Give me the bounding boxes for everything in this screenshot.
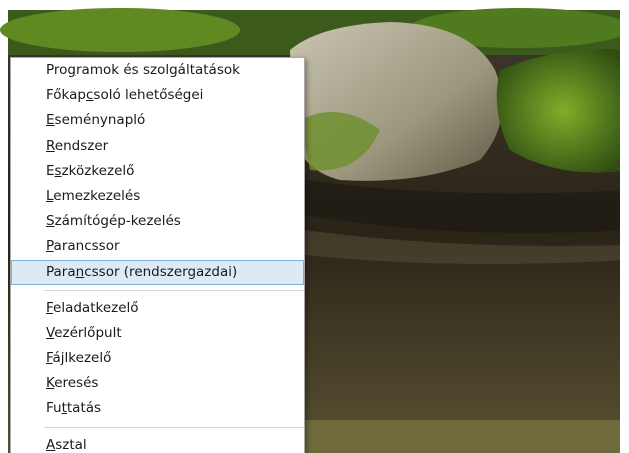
menu-item-futtatas[interactable]: Futtatás (11, 396, 304, 421)
menu-item-fokapcsolo-lehetosegei[interactable]: Főkapcsoló lehetőségei (11, 83, 304, 108)
menu-item-label: Futtatás (46, 400, 102, 417)
menu-item-label: Feladatkezelő (46, 299, 139, 316)
menu-item-programok-es-szolgaltatasok[interactable]: Programok és szolgáltatások (11, 58, 304, 83)
menu-item-label: Fájlkezelő (46, 350, 112, 367)
menu-group: Programok és szolgáltatások Főkapcsoló le… (11, 58, 304, 285)
menu-item-label: Keresés (46, 375, 99, 392)
menu-item-label: Számítógép-kezelés (46, 213, 181, 230)
menu-item-vezerlopult[interactable]: Vezérlőpult (11, 321, 304, 346)
menu-item-label: Eseménynapló (46, 112, 146, 129)
menu-item-eszkozkezelo[interactable]: Eszközkezelő (11, 159, 304, 184)
menu-item-label: Parancssor (46, 238, 120, 255)
menu-item-label: Lemezkezelés (46, 187, 141, 204)
menu-item-fajlkezelo[interactable]: Fájlkezelő (11, 346, 304, 371)
menu-item-label: Rendszer (46, 137, 109, 154)
menu-item-label: Vezérlőpult (46, 324, 122, 341)
menu-separator (44, 426, 304, 428)
menu-item-rendszer[interactable]: Rendszer (11, 134, 304, 159)
menu-item-label: Eszközkezelő (46, 162, 135, 179)
menu-item-label: Asztal (46, 436, 87, 453)
menu-item-label: Főkapcsoló lehetőségei (46, 87, 204, 104)
menu-separator (44, 289, 304, 291)
winx-context-menu: Programok és szolgáltatások Főkapcsoló le… (10, 57, 305, 453)
menu-item-lemezkezeles[interactable]: Lemezkezelés (11, 184, 304, 209)
menu-item-esemenynaplo[interactable]: Eseménynapló (11, 108, 304, 133)
menu-item-szamitogep-kezeles[interactable]: Számítógép-kezelés (11, 209, 304, 234)
menu-item-feladatkezelo[interactable]: Feladatkezelő (11, 296, 304, 321)
menu-group: Asztal (11, 433, 304, 453)
menu-item-parancssor[interactable]: Parancssor (11, 234, 304, 259)
menu-item-parancssor-rendszergazdai[interactable]: Parancssor (rendszergazdai) (11, 259, 304, 285)
menu-item-asztal[interactable]: Asztal (11, 433, 304, 453)
menu-group: Feladatkezelő Vezérlőpult Fájlkezelő Keresé… (11, 296, 304, 422)
menu-item-label: Parancssor (rendszergazdai) (46, 263, 238, 280)
menu-item-kereses[interactable]: Keresés (11, 371, 304, 396)
menu-item-label: Programok és szolgáltatások (46, 62, 240, 78)
